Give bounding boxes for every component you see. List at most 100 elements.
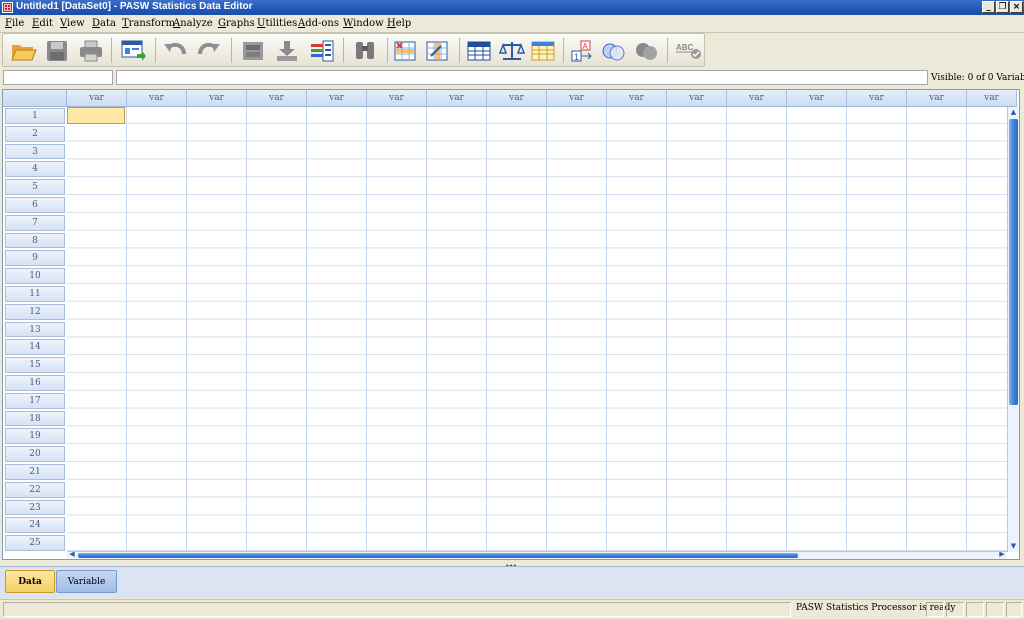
row-header[interactable]: 13 [3, 321, 67, 339]
column-header[interactable]: var [967, 90, 1017, 107]
row-header[interactable]: 25 [3, 534, 67, 552]
row-header[interactable]: 17 [3, 392, 67, 410]
row-number: 3 [5, 143, 65, 160]
column-header[interactable]: var [187, 90, 247, 107]
use-sets-icon[interactable] [601, 40, 625, 62]
status-pane-a [926, 602, 944, 617]
menu-graphs[interactable]: Graphs [218, 18, 255, 29]
row-number: 13 [5, 321, 65, 338]
column-header[interactable]: var [727, 90, 787, 107]
insert-cases-icon[interactable] [393, 40, 417, 62]
undo-icon[interactable] [163, 40, 187, 62]
column-header[interactable]: var [547, 90, 607, 107]
column-header[interactable]: var [847, 90, 907, 107]
column-header[interactable]: var [907, 90, 967, 107]
tab-variable-view[interactable]: Variable View [56, 570, 117, 609]
restore-button[interactable]: ❐ [996, 1, 1009, 13]
print-icon[interactable] [79, 40, 103, 62]
cell-name-box[interactable] [3, 70, 113, 85]
column-header[interactable]: var [307, 90, 367, 107]
row-number: 21 [5, 464, 65, 480]
row-header[interactable]: 1 [3, 107, 67, 125]
scroll-down-arrow[interactable]: ▼ [1008, 541, 1019, 552]
menu-file[interactable]: File [5, 18, 24, 29]
column-header[interactable]: var [67, 90, 127, 107]
row-header[interactable]: 19 [3, 427, 67, 445]
spell-check-icon[interactable]: ABC [675, 40, 701, 62]
horizontal-scrollbar[interactable]: ◀ ▶ [67, 550, 1007, 559]
row-header[interactable]: 7 [3, 214, 67, 232]
show-all-variables-icon[interactable] [635, 40, 659, 62]
menu-transform[interactable]: Transform [122, 18, 175, 29]
menu-window[interactable]: Window [343, 18, 384, 29]
row-number: 12 [5, 303, 65, 320]
scroll-up-arrow[interactable]: ▲ [1008, 107, 1019, 118]
row-header[interactable]: 16 [3, 374, 67, 392]
menu-add-ons[interactable]: Add-ons [298, 18, 339, 29]
app-icon[interactable] [2, 2, 13, 13]
row-header[interactable]: 11 [3, 285, 67, 303]
row-header[interactable]: 18 [3, 410, 67, 428]
column-header[interactable]: var [427, 90, 487, 107]
column-header[interactable]: var [607, 90, 667, 107]
column-header[interactable]: var [247, 90, 307, 107]
row-number: 8 [5, 232, 65, 249]
save-icon[interactable] [45, 40, 69, 62]
row-header[interactable]: 2 [3, 125, 67, 143]
close-button[interactable]: × [1010, 1, 1023, 13]
menu-view[interactable]: View [60, 18, 85, 29]
row-header[interactable]: 14 [3, 338, 67, 356]
svg-text:ABC: ABC [676, 43, 694, 52]
menu-edit[interactable]: Edit [32, 18, 53, 29]
menu-utilities[interactable]: Utilities [257, 18, 297, 29]
tab-data-view[interactable]: Data View [5, 570, 55, 609]
grid-corner[interactable] [3, 90, 67, 107]
row-header[interactable]: 23 [3, 499, 67, 517]
scroll-right-arrow[interactable]: ▶ [997, 550, 1007, 559]
find-icon[interactable] [353, 40, 377, 62]
variables-icon[interactable] [309, 40, 334, 62]
recall-dialog-icon[interactable] [121, 40, 146, 62]
insert-variable-icon[interactable] [425, 40, 449, 62]
column-header[interactable]: var [487, 90, 547, 107]
row-header[interactable]: 20 [3, 445, 67, 463]
row-header[interactable]: 21 [3, 463, 67, 481]
open-folder-icon[interactable] [11, 40, 37, 62]
row-header[interactable]: 6 [3, 196, 67, 214]
row-header[interactable]: 15 [3, 356, 67, 374]
column-header[interactable]: var [127, 90, 187, 107]
row-header[interactable]: 8 [3, 232, 67, 250]
cell-value-field[interactable] [116, 70, 928, 85]
column-header[interactable]: var [367, 90, 427, 107]
goto-variable-icon[interactable] [275, 40, 299, 62]
active-cell[interactable] [67, 107, 125, 124]
scroll-left-arrow[interactable]: ◀ [67, 550, 77, 559]
select-cases-icon[interactable] [531, 40, 555, 62]
vertical-scroll-thumb[interactable] [1009, 119, 1018, 405]
menu-analyze[interactable]: Analyze [173, 18, 213, 29]
grid-cells[interactable] [67, 107, 1009, 552]
row-header[interactable]: 9 [3, 249, 67, 267]
column-header[interactable]: var [667, 90, 727, 107]
menu-data[interactable]: Data [92, 18, 116, 29]
menu-help[interactable]: Help [387, 18, 411, 29]
split-file-icon[interactable] [467, 40, 491, 62]
minimize-button[interactable]: _ [982, 1, 995, 13]
vertical-scrollbar[interactable]: ▲ ▼ [1007, 107, 1019, 552]
goto-case-icon[interactable] [241, 40, 265, 62]
horizontal-scroll-thumb[interactable] [78, 553, 798, 558]
row-header[interactable]: 5 [3, 178, 67, 196]
row-header[interactable]: 4 [3, 160, 67, 178]
row-header[interactable]: 10 [3, 267, 67, 285]
value-labels-icon[interactable]: A1 [571, 40, 595, 62]
redo-icon[interactable] [197, 40, 221, 62]
title-bar[interactable]: Untitled1 [DataSet0] - PASW Statistics D… [0, 0, 1024, 15]
weight-cases-icon[interactable] [499, 40, 525, 62]
row-header[interactable]: 3 [3, 143, 67, 161]
column-header[interactable]: var [787, 90, 847, 107]
row-header[interactable]: 12 [3, 303, 67, 321]
status-bar: PASW Statistics Processor is ready [0, 599, 1024, 619]
row-number: 10 [5, 268, 65, 284]
row-header[interactable]: 22 [3, 481, 67, 499]
row-header[interactable]: 24 [3, 516, 67, 534]
